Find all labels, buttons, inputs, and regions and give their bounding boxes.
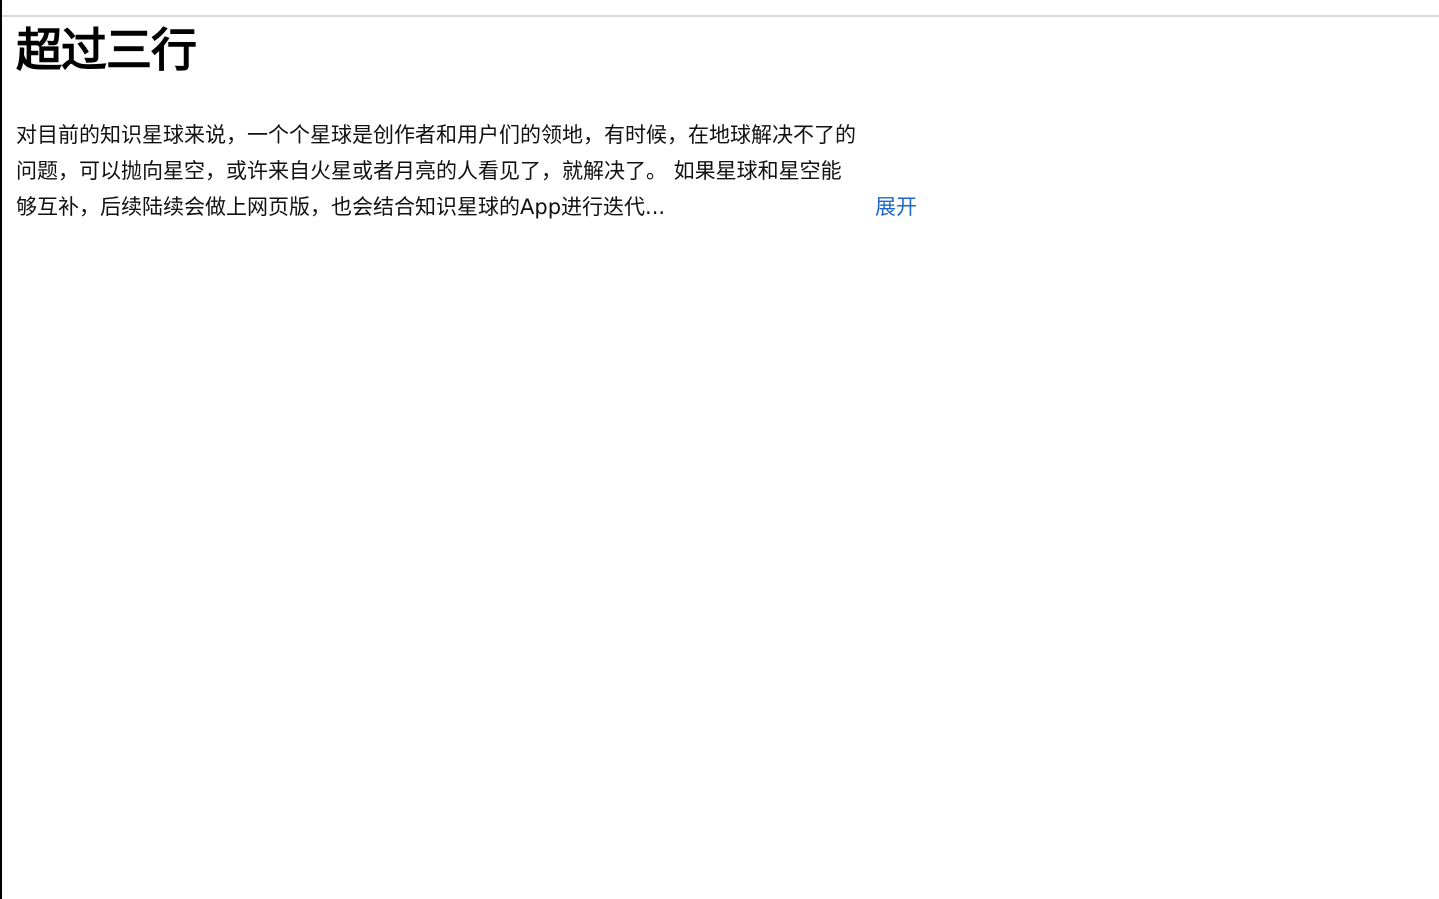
page-title: 超过三行 (16, 23, 197, 77)
main-content: 超过三行 对目前的知识星球来说，一个个星球是创作者和用户们的领地，有时候，在地球… (16, 22, 921, 225)
page-frame: 超过三行 对目前的知识星球来说，一个个星球是创作者和用户们的领地，有时候，在地球… (0, 0, 1439, 899)
article-summary: 对目前的知识星球来说，一个个星球是创作者和用户们的领地，有时候，在地球解决不了的… (16, 117, 921, 225)
top-divider (2, 15, 1439, 17)
expand-link[interactable]: 展开 (867, 189, 917, 225)
summary-text: 对目前的知识星球来说，一个个星球是创作者和用户们的领地，有时候，在地球解决不了的… (16, 123, 856, 219)
